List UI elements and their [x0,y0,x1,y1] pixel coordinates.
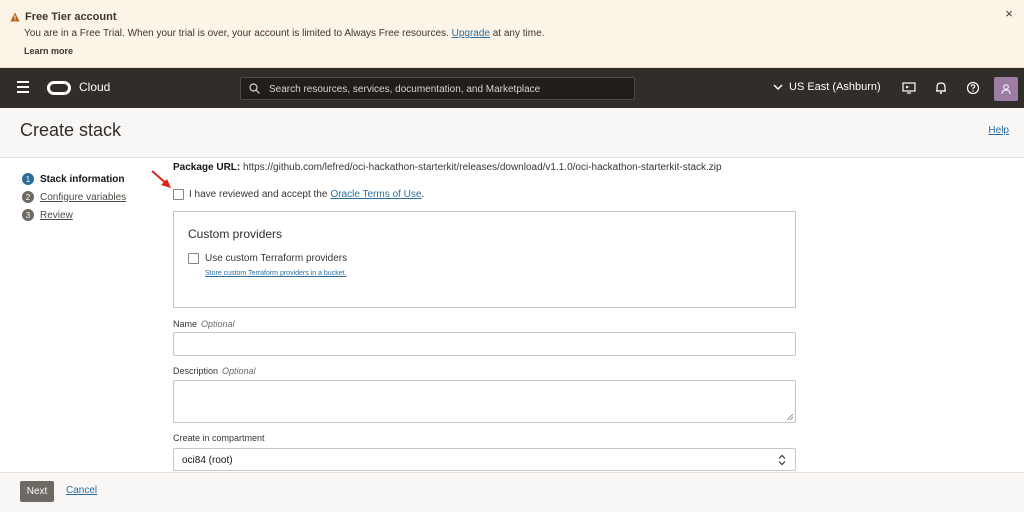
learn-more-link[interactable]: Learn more [24,46,73,56]
description-textarea[interactable] [173,380,796,423]
free-tier-banner: Free Tier account You are in a Free Tria… [0,0,1024,68]
banner-title: Free Tier account [10,11,117,23]
search-icon [249,83,260,94]
banner-message-suffix: at any time. [492,28,545,39]
store-providers-link[interactable]: Store custom Terraform providers in a bu… [205,270,346,277]
top-navigation: Cloud US East (Ashburn) [0,68,1024,108]
custom-providers-label: Use custom Terraform providers [205,253,348,264]
form-footer: Next Cancel [0,472,1024,512]
optional-tag: Optional [201,319,235,329]
custom-providers-panel: Custom providers Use custom Terraform pr… [173,211,796,308]
chevron-down-icon [773,83,783,90]
description-field-label: Description Optional [173,366,256,376]
custom-providers-body: Custom providers Use custom Terraform pr… [174,212,795,307]
oracle-logo-icon[interactable] [47,81,71,95]
name-label-text: Name [173,319,198,329]
search-input[interactable] [269,81,624,97]
step-stack-information[interactable]: 1 Stack information [22,170,126,188]
wizard-steps: 1 Stack information 2 Configure variable… [22,170,126,224]
description-label-text: Description [173,366,219,376]
profile-avatar[interactable] [994,77,1018,101]
annotation-arrow-icon [151,170,171,188]
compartment-select[interactable]: oci84 (root) [173,448,796,471]
step-number: 2 [22,191,34,203]
next-button[interactable]: Next [20,481,54,502]
upgrade-link[interactable]: Upgrade [452,28,490,39]
banner-title-text: Free Tier account [25,11,117,23]
oracle-terms-link[interactable]: Oracle Terms of Use [330,189,421,200]
region-selector[interactable]: US East (Ashburn) [773,81,881,93]
resize-handle-icon[interactable] [787,414,793,420]
cancel-link[interactable]: Cancel [66,485,97,496]
help-icon[interactable] [966,81,980,95]
compartment-label-text: Create in compartment [173,433,265,443]
terms-period: . [421,189,425,200]
name-input[interactable] [173,332,796,356]
select-arrows-icon [778,454,786,466]
step-label[interactable]: Configure variables [40,192,126,203]
compartment-field-label: Create in compartment [173,433,265,443]
terms-acceptance: I have reviewed and accept the Oracle Te… [173,189,424,200]
compartment-value: oci84 (root) [182,455,233,466]
custom-providers-title: Custom providers [188,227,283,241]
banner-message-text: You are in a Free Trial. When your trial… [24,28,449,39]
cloud-shell-icon[interactable] [902,81,916,95]
step-number: 3 [22,209,34,221]
name-field-label: Name Optional [173,319,235,329]
optional-tag: Optional [222,366,256,376]
menu-icon[interactable] [17,81,31,95]
close-icon[interactable]: × [1002,7,1016,21]
region-label: US East (Ashburn) [789,81,881,93]
user-icon [1001,84,1011,95]
step-configure-variables[interactable]: 2 Configure variables [22,188,126,206]
help-link[interactable]: Help [988,125,1009,136]
step-review[interactable]: 3 Review [22,206,126,224]
terms-text: I have reviewed and accept the [189,189,328,200]
custom-providers-checkbox[interactable] [188,253,199,264]
page-header: Create stack Help [0,108,1024,158]
bell-icon[interactable] [934,81,948,95]
brand-label[interactable]: Cloud [79,80,110,94]
package-url-value: https://github.com/lefred/oci-hackathon-… [243,162,722,173]
warning-icon [10,12,20,22]
step-label[interactable]: Review [40,210,73,221]
page-title: Create stack [20,120,122,140]
step-label: Stack information [40,173,125,185]
package-url-label: Package URL: [173,162,241,173]
terms-checkbox[interactable] [173,189,184,200]
custom-providers-option: Use custom Terraform providers [188,253,347,264]
banner-message: You are in a Free Trial. When your trial… [24,28,544,39]
step-number: 1 [22,173,34,185]
search-bar[interactable] [240,77,635,100]
package-url: Package URL: https://github.com/lefred/o… [173,162,722,173]
